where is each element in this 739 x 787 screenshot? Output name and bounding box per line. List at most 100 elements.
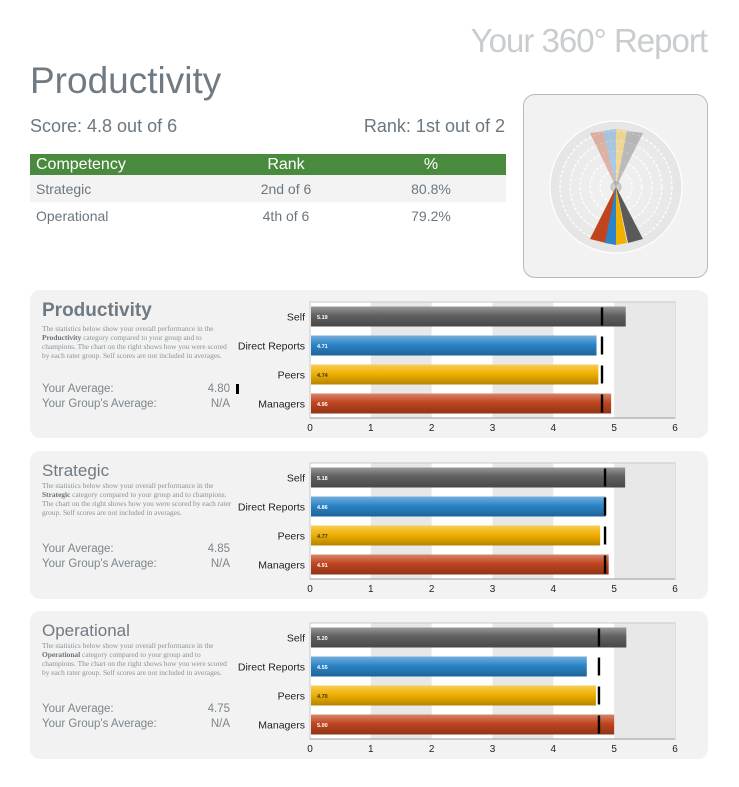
radar-chart-card	[523, 94, 708, 278]
panel-title: Operational	[42, 621, 130, 640]
tick-label: 0	[307, 584, 313, 595]
data-label: 4.86	[317, 505, 328, 511]
average-marker	[603, 468, 607, 487]
tick-label: 6	[672, 423, 678, 434]
bar	[311, 364, 599, 385]
tick-label: 0	[307, 744, 313, 755]
bar	[311, 656, 587, 677]
tick-label: 5	[611, 423, 617, 434]
panel-description: The statistics below show your overall p…	[42, 324, 227, 360]
group-average-label: Your Group's Average:	[42, 718, 157, 730]
report-title: Your 360° Report	[470, 22, 708, 59]
radar-chart	[549, 120, 683, 254]
average-marker	[600, 365, 604, 384]
cell-competency: Operational	[36, 207, 109, 224]
group-average-label: Your Group's Average:	[42, 558, 157, 570]
data-label: 4.70	[317, 694, 328, 700]
panel-title: Productivity	[42, 300, 152, 321]
category-label: Managers	[258, 560, 305, 572]
strategic-bar-chart: Self 5.18 Direct Reports 4.86 Peers 4.77 Manag…	[238, 462, 678, 595]
tick-label: 1	[368, 423, 374, 434]
data-label: 4.74	[317, 373, 329, 379]
tick-label: 6	[672, 584, 678, 595]
bar	[311, 554, 609, 575]
category-label: Direct Reports	[238, 502, 305, 514]
tick-label: 2	[429, 423, 435, 434]
data-label: 4.55	[317, 665, 328, 671]
panel-description: The statistics below show your overall p…	[42, 641, 227, 677]
bar	[311, 627, 627, 648]
category-label: Self	[287, 473, 305, 485]
your-average-label: Your Average:	[42, 703, 114, 715]
bar	[311, 525, 601, 546]
average-marker	[600, 336, 604, 355]
cell-percent: 80.8%	[356, 175, 506, 202]
tick-label: 1	[368, 744, 374, 755]
your-average-label: Your Average:	[42, 543, 114, 555]
rank-text: Rank: 1st out of 2	[363, 116, 505, 136]
tick-label: 5	[611, 744, 617, 755]
bar	[311, 335, 597, 356]
page-title: Productivity	[30, 60, 222, 101]
table-row: Operational 4th of 6 79.2%	[30, 202, 506, 229]
operational-bar-chart: Self 5.20 Direct Reports 4.55 Peers 4.70 Manag…	[238, 622, 678, 755]
average-marker	[603, 526, 607, 545]
competency-table: Competency Rank % Strategic 2nd of 6 80.…	[30, 154, 506, 229]
tick-label: 3	[490, 423, 496, 434]
category-label: Direct Reports	[238, 662, 305, 674]
tick-label: 3	[490, 744, 496, 755]
category-label: Self	[287, 633, 305, 645]
tick-label: 2	[429, 584, 435, 595]
bar	[311, 714, 615, 735]
bar	[311, 306, 626, 327]
productivity-bar-chart: Self 5.19 Direct Reports 4.71 Peers 4.74 Manag…	[238, 301, 678, 434]
category-label: Managers	[258, 399, 305, 411]
bar	[311, 685, 596, 706]
bar	[311, 393, 612, 414]
tick-label: 2	[429, 744, 435, 755]
data-label: 4.91	[317, 563, 328, 569]
operational-panel: Operational The statistics below show yo…	[30, 611, 708, 759]
category-label: Peers	[278, 531, 305, 543]
col-header-rank: Rank	[216, 154, 356, 175]
table-row: Strategic 2nd of 6 80.8%	[30, 175, 506, 202]
tick-label: 1	[368, 584, 374, 595]
cell-rank: 2nd of 6	[216, 175, 356, 202]
tick-label: 4	[551, 423, 557, 434]
tick-label: 0	[307, 423, 313, 434]
panel-description: The statistics below show your overall p…	[42, 481, 232, 517]
tick-label: 4	[551, 584, 557, 595]
data-label: 4.71	[317, 344, 328, 350]
category-label: Peers	[278, 691, 305, 703]
score-text: Score: 4.8 out of 6	[30, 116, 178, 136]
data-label: 4.95	[317, 402, 328, 408]
panel-title: Strategic	[42, 461, 110, 480]
average-marker	[603, 555, 607, 574]
tick-label: 5	[611, 584, 617, 595]
your-average-label: Your Average:	[42, 383, 114, 395]
cell-rank: 4th of 6	[262, 207, 310, 224]
data-label: 5.19	[317, 315, 328, 321]
average-marker	[603, 497, 607, 516]
average-marker	[597, 715, 601, 734]
table-header-row: Competency Rank %	[30, 154, 506, 175]
bar	[311, 496, 606, 517]
tick-label: 4	[551, 744, 557, 755]
tick-label: 6	[672, 744, 678, 755]
average-marker	[597, 628, 601, 647]
average-marker	[600, 307, 604, 326]
tick-label: 3	[490, 584, 496, 595]
average-marker	[597, 657, 601, 676]
cell-competency: Strategic	[30, 175, 216, 202]
data-label: 5.18	[317, 476, 328, 482]
cell-percent: 79.2%	[411, 207, 451, 224]
data-label: 5.20	[317, 636, 328, 642]
data-label: 4.77	[317, 534, 328, 540]
group-average-label: Your Group's Average:	[42, 398, 157, 410]
productivity-panel: Productivity The statistics below show y…	[30, 290, 708, 438]
data-label: 5.00	[317, 723, 328, 729]
category-label: Managers	[258, 720, 305, 732]
col-header-competency: Competency	[30, 154, 216, 175]
average-marker	[600, 394, 604, 413]
col-header-percent: %	[356, 154, 506, 175]
